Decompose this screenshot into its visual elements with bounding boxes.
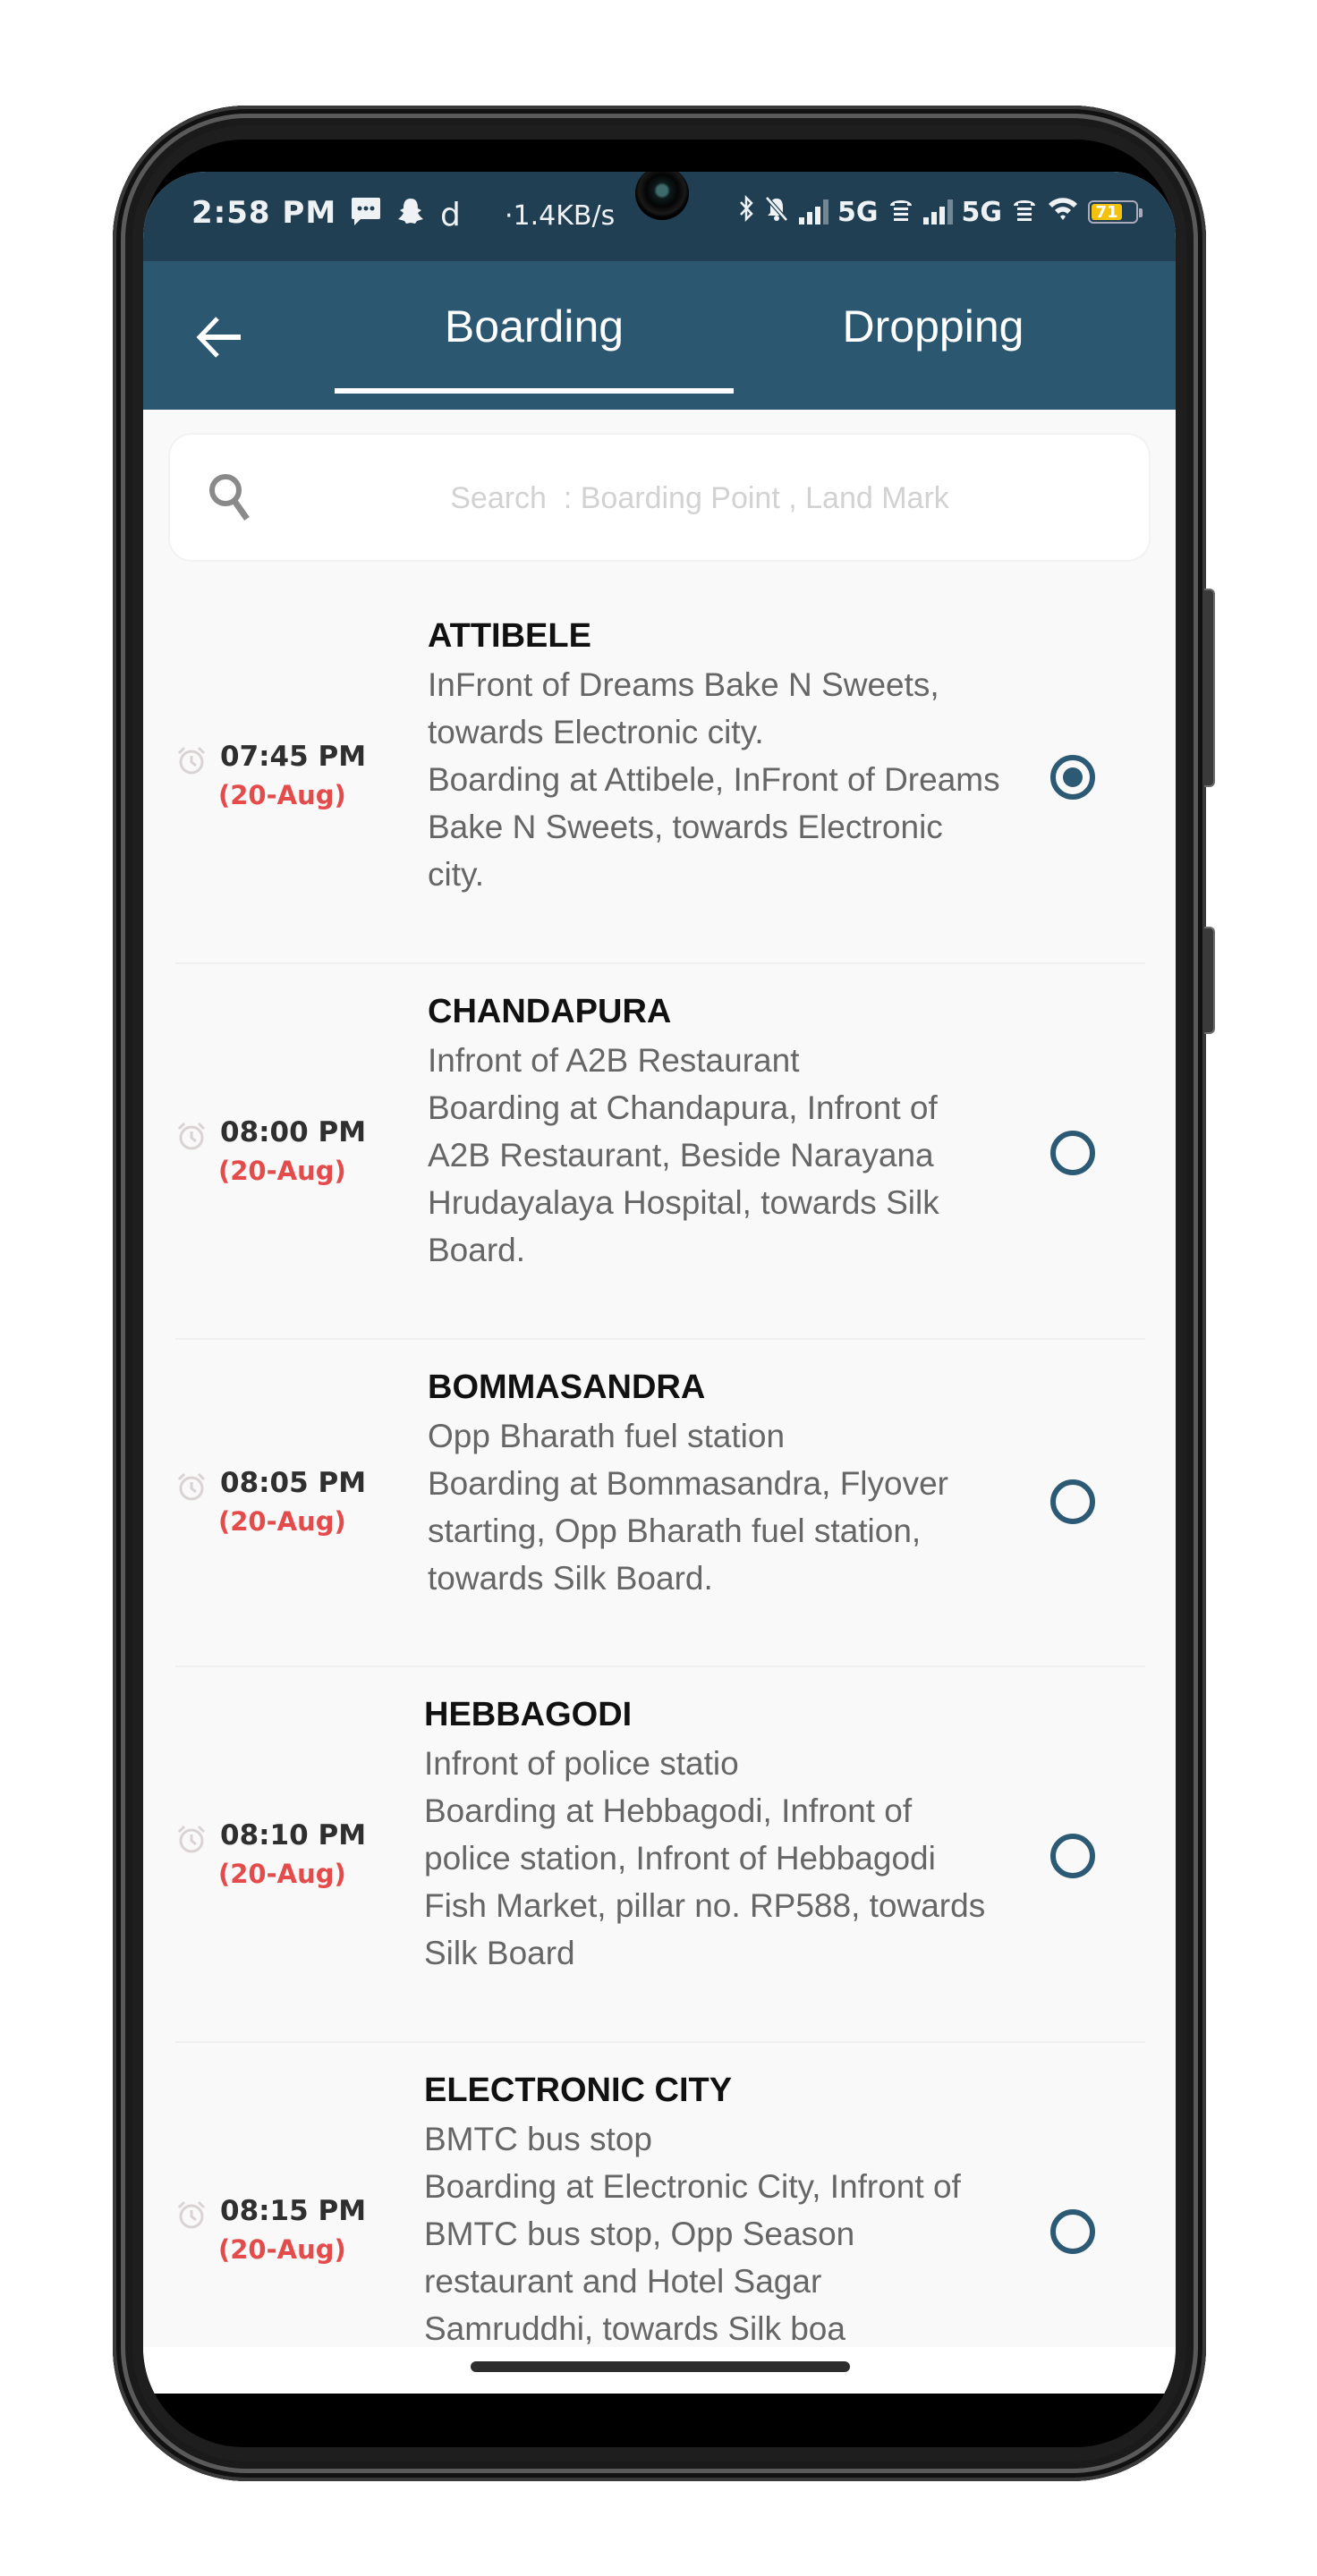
- search-bar[interactable]: [170, 435, 1149, 560]
- gesture-nav-bar: [143, 2347, 1176, 2394]
- alarm-clock-icon: [177, 2200, 206, 2229]
- signal-icon: [799, 199, 828, 225]
- screen-bezel: 2:58 PM d ·1.4KB/s 5G 5G 71 Boarding Dro…: [143, 140, 1176, 2447]
- point-info: CHANDAPURA Infront of A2B Restaurant Boa…: [428, 993, 1000, 1274]
- alarm-clock-icon: [177, 746, 206, 775]
- bluetooth-icon: [738, 194, 754, 229]
- boarding-point-item[interactable]: 08:05 PM (20-Aug) BOMMASANDRA Opp Bharat…: [175, 1340, 1145, 1667]
- active-tab-indicator: [335, 388, 734, 394]
- point-name: ELECTRONIC CITY: [424, 2072, 733, 2109]
- boarding-point-item[interactable]: 08:00 PM (20-Aug) CHANDAPURA Infront of …: [175, 964, 1145, 1340]
- point-name: BOMMASANDRA: [428, 1368, 706, 1406]
- select-radio[interactable]: [1050, 2209, 1095, 2254]
- point-info: BOMMASANDRA Opp Bharath fuel station Boa…: [428, 1368, 1000, 1602]
- wifi-icon: [1047, 195, 1079, 229]
- point-address: BMTC bus stop: [424, 2121, 652, 2157]
- boarding-point-item[interactable]: 07:45 PM (20-Aug) ATTIBELE InFront of Dr…: [175, 589, 1145, 964]
- back-button[interactable]: [188, 306, 251, 369]
- point-details: Boarding at Chandapura, Infront of A2B R…: [428, 1089, 939, 1268]
- volume-button: [1204, 589, 1215, 787]
- search-icon: [209, 474, 250, 521]
- point-info: ELECTRONIC CITY BMTC bus stop Boarding a…: [424, 2072, 997, 2352]
- volte-icon-2: [1011, 195, 1038, 229]
- volte-icon: [888, 195, 914, 229]
- mute-icon: [763, 195, 790, 229]
- arrow-left-icon: [196, 317, 241, 358]
- point-address: Infront of police statio: [424, 1745, 739, 1782]
- alarm-clock-icon: [177, 1122, 206, 1150]
- select-radio[interactable]: [1050, 1479, 1095, 1524]
- point-name: CHANDAPURA: [428, 993, 672, 1030]
- boarding-time: 08:05 PM: [220, 1467, 367, 1499]
- battery-level: 71: [1092, 203, 1123, 222]
- boarding-point-list: 07:45 PM (20-Aug) ATTIBELE InFront of Dr…: [175, 589, 1145, 2394]
- point-address: Infront of A2B Restaurant: [428, 1042, 800, 1079]
- point-details: Boarding at Attibele, InFront of Dreams …: [428, 761, 1000, 893]
- boarding-date: (20-Aug): [218, 1156, 346, 1186]
- d-app-icon: d: [440, 197, 461, 233]
- point-details: Boarding at Bommasandra, Flyover startin…: [428, 1465, 948, 1597]
- boarding-time: 08:15 PM: [220, 2195, 367, 2227]
- select-radio[interactable]: [1050, 1131, 1095, 1175]
- point-info: HEBBAGODI Infront of police statio Board…: [424, 1696, 997, 1977]
- point-info: ATTIBELE InFront of Dreams Bake N Sweets…: [428, 617, 1000, 898]
- point-details: Boarding at Hebbagodi, Infront of police…: [424, 1792, 986, 1971]
- snapchat-icon: [397, 197, 424, 233]
- screen: 2:58 PM d ·1.4KB/s 5G 5G 71 Boarding Dro…: [143, 172, 1176, 2394]
- home-indicator[interactable]: [471, 2361, 850, 2372]
- boarding-time: 07:45 PM: [220, 741, 367, 773]
- point-details: Boarding at Electronic City, Infront of …: [424, 2168, 961, 2347]
- search-input[interactable]: [295, 462, 1104, 535]
- network-type-2: 5G: [961, 196, 1003, 228]
- boarding-point-item[interactable]: 08:15 PM (20-Aug) ELECTRONIC CITY BMTC b…: [175, 2043, 1145, 2394]
- battery-icon: 71: [1088, 200, 1143, 224]
- boarding-time: 08:00 PM: [220, 1116, 367, 1148]
- front-camera: [635, 172, 689, 220]
- point-name: ATTIBELE: [428, 617, 591, 655]
- status-time: 2:58 PM: [191, 195, 337, 231]
- boarding-date: (20-Aug): [218, 2234, 346, 2265]
- boarding-date: (20-Aug): [218, 1506, 346, 1537]
- tab-boarding[interactable]: Boarding: [335, 301, 734, 390]
- point-name: HEBBAGODI: [424, 1696, 633, 1733]
- message-icon: [351, 197, 381, 233]
- tab-dropping[interactable]: Dropping: [734, 301, 1133, 390]
- signal-icon-2: [922, 199, 953, 225]
- alarm-clock-icon: [177, 1472, 206, 1501]
- boarding-time: 08:10 PM: [220, 1819, 367, 1852]
- net-speed: ·1.4KB/s: [505, 200, 616, 232]
- point-address: InFront of Dreams Bake N Sweets, towards…: [428, 666, 939, 750]
- status-bar: 2:58 PM d ·1.4KB/s 5G 5G 71: [143, 172, 1176, 261]
- point-address: Opp Bharath fuel station: [428, 1418, 786, 1454]
- select-radio[interactable]: [1050, 755, 1095, 800]
- app-header: Boarding Dropping: [143, 261, 1176, 410]
- boarding-date: (20-Aug): [218, 780, 346, 810]
- boarding-point-item[interactable]: 08:10 PM (20-Aug) HEBBAGODI Infront of p…: [175, 1667, 1145, 2043]
- power-button: [1204, 927, 1215, 1034]
- alarm-clock-icon: [177, 1825, 206, 1853]
- network-type-1: 5G: [837, 196, 879, 228]
- select-radio[interactable]: [1050, 1834, 1095, 1878]
- boarding-date: (20-Aug): [218, 1859, 346, 1889]
